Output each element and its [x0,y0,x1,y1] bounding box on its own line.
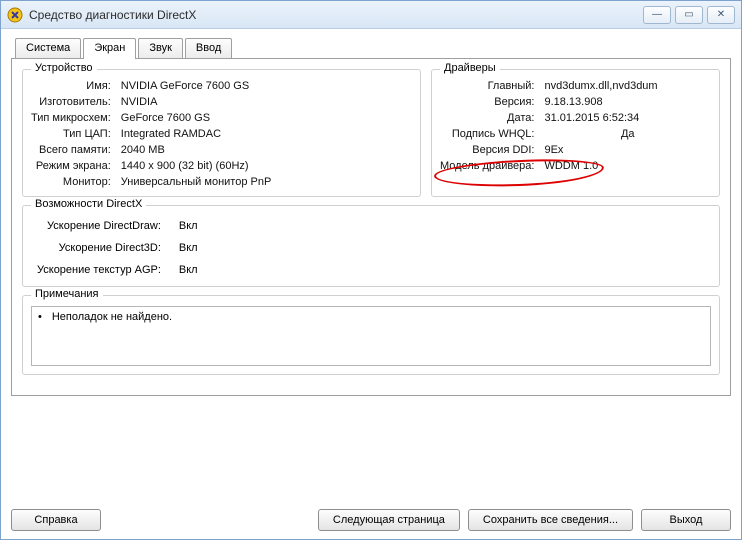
device-dac-value: Integrated RAMDAC [121,128,412,140]
driver-model-label: Модель драйвера: [440,160,534,173]
driver-date-label: Дата: [440,112,534,124]
group-drivers: Драйверы Главный: nvd3dumx.dll,nvd3dum В… [431,69,720,197]
driver-whql-value: Да [544,128,711,140]
device-monitor-label: Монитор: [31,176,111,188]
notes-item: Неполадок не найдено. [38,311,704,323]
driver-ddi-value: 9Ex [544,144,711,156]
window-title: Средство диагностики DirectX [29,8,643,22]
group-drivers-legend: Драйверы [440,62,500,74]
notes-list[interactable]: Неполадок не найдено. [31,306,711,366]
driver-version-label: Версия: [440,96,534,108]
device-dac-label: Тип ЦАП: [31,128,111,140]
dx-agp-label: Ускорение текстур AGP: [37,264,161,276]
driver-ddi-label: Версия DDI: [440,144,534,156]
group-notes-legend: Примечания [31,288,103,300]
group-directx-legend: Возможности DirectX [31,198,146,210]
next-page-button[interactable]: Следующая страница [318,509,460,531]
close-button[interactable]: ✕ [707,6,735,24]
save-all-button[interactable]: Сохранить все сведения... [468,509,633,531]
footer: Справка Следующая страница Сохранить все… [11,509,731,531]
dx-agp-value: Вкл [179,264,705,276]
exit-button[interactable]: Выход [641,509,731,531]
window: Средство диагностики DirectX — ▭ ✕ Систе… [0,0,742,540]
device-manufacturer-value: NVIDIA [121,96,412,108]
device-memory-value: 2040 MB [121,144,412,156]
driver-whql-label: Подпись WHQL: [440,128,534,140]
group-directx: Возможности DirectX Ускорение DirectDraw… [22,205,720,287]
driver-model-value: WDDM 1.0 [544,160,711,172]
device-chip-value: GeForce 7600 GS [121,112,412,124]
device-mode-value: 1440 x 900 (32 bit) (60Hz) [121,160,412,172]
maximize-button[interactable]: ▭ [675,6,703,24]
dxdiag-icon [7,7,23,23]
tab-sound[interactable]: Звук [138,38,183,58]
tab-screen[interactable]: Экран [83,38,136,59]
dx-ddraw-value: Вкл [179,220,705,232]
device-chip-label: Тип микросхем: [31,112,111,124]
driver-main-label: Главный: [440,80,534,92]
client-area: Система Экран Звук Ввод Устройство Имя: … [1,29,741,406]
driver-main-value: nvd3dumx.dll,nvd3dum [544,80,711,92]
device-memory-label: Всего памяти: [31,144,111,156]
group-device-legend: Устройство [31,62,97,74]
dx-d3d-value: Вкл [179,242,705,254]
tab-input[interactable]: Ввод [185,38,232,58]
titlebar: Средство диагностики DirectX — ▭ ✕ [1,1,741,29]
group-notes: Примечания Неполадок не найдено. [22,295,720,375]
device-name-value: NVIDIA GeForce 7600 GS [121,80,412,92]
tabstrip: Система Экран Звук Ввод [15,37,731,58]
driver-version-value: 9.18.13.908 [544,96,711,108]
device-monitor-value: Универсальный монитор PnP [121,176,412,188]
help-button[interactable]: Справка [11,509,101,531]
dx-d3d-label: Ускорение Direct3D: [37,242,161,254]
tab-page-screen: Устройство Имя: NVIDIA GeForce 7600 GS И… [11,58,731,396]
device-manufacturer-label: Изготовитель: [31,96,111,108]
driver-date-value: 31.01.2015 6:52:34 [544,112,711,124]
minimize-button[interactable]: — [643,6,671,24]
device-name-label: Имя: [31,80,111,92]
device-mode-label: Режим экрана: [31,160,111,172]
dx-ddraw-label: Ускорение DirectDraw: [37,220,161,232]
window-controls: — ▭ ✕ [643,6,735,24]
group-device: Устройство Имя: NVIDIA GeForce 7600 GS И… [22,69,421,197]
tab-system[interactable]: Система [15,38,81,58]
